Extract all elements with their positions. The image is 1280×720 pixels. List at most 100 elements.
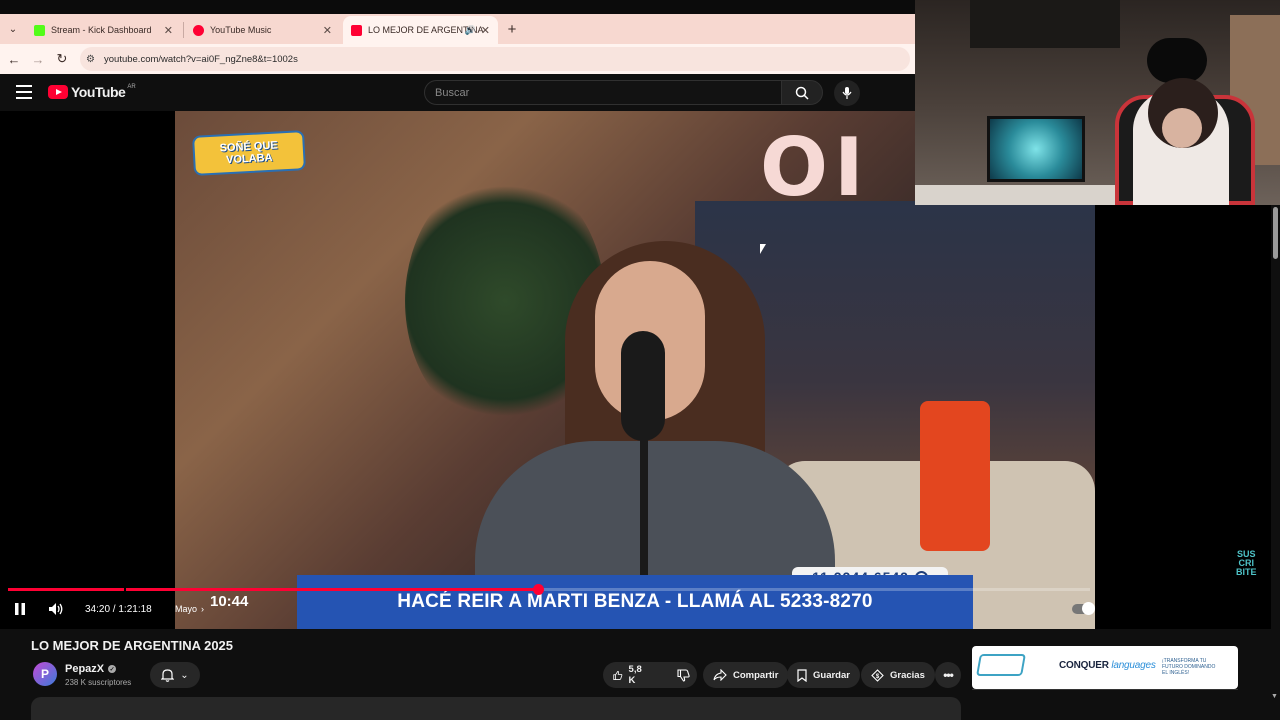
thumbs-up-icon [613, 670, 623, 680]
youtube-masthead: YouTube AR Buscar [0, 74, 915, 111]
autoplay-toggle[interactable] [1072, 599, 1095, 619]
webcam-overlay [915, 0, 1280, 205]
chapter-button[interactable]: Mayo › [175, 599, 204, 619]
orange-tumbler [920, 401, 990, 551]
channel-name-link[interactable]: PepazX ✓ [65, 663, 117, 675]
close-tab-icon[interactable]: ✕ [164, 24, 173, 37]
subscribe-watermark-line: BITE [1236, 567, 1257, 577]
back-arrow-icon[interactable]: ← [6, 51, 22, 67]
toggle-track [1072, 602, 1095, 615]
channel-avatar[interactable]: P [33, 662, 57, 686]
toggle-knob [1082, 602, 1095, 615]
like-button[interactable]: 5,8 K [603, 662, 655, 688]
save-button[interactable]: Guardar [787, 662, 860, 688]
page-scrollbar[interactable] [1271, 205, 1280, 705]
youtube-music-favicon-icon [193, 24, 204, 36]
podcast-microphone [621, 331, 665, 441]
like-count: 5,8 K [628, 664, 642, 686]
super-thanks-icon: $ [871, 668, 884, 682]
browser-tabstrip: ⌄ Stream - Kick Dashboard ✕ YouTube Musi… [0, 0, 915, 44]
forward-arrow-icon[interactable]: → [30, 51, 46, 67]
microphone-icon [842, 87, 852, 99]
ad-brand: CONQUER languages [1059, 660, 1156, 671]
wall-shelf [970, 0, 1120, 48]
verified-check-icon: ✓ [108, 665, 117, 673]
volume-icon [49, 603, 63, 615]
time-display: 34:20 / 1:21:18 [85, 603, 152, 615]
speaker-icon[interactable]: 🔊 [465, 25, 476, 36]
search-icon [795, 86, 809, 100]
mouse-cursor [760, 244, 766, 254]
chapter-marker [124, 588, 126, 591]
search-input[interactable]: Buscar [424, 80, 782, 105]
bell-icon [161, 669, 175, 682]
share-icon [713, 669, 727, 681]
browser-toolbar: ← → ↻ ⚙ youtube.com/watch?v=ai0F_ngZne8&… [0, 44, 915, 74]
more-actions-button[interactable]: ••• [935, 662, 961, 688]
video-title: LO MEJOR DE ARGENTINA 2025 [31, 638, 234, 653]
progress-bar[interactable] [8, 584, 1090, 595]
new-tab-button[interactable]: + [503, 20, 521, 38]
scroll-down-arrow-icon[interactable]: ▼ [1271, 693, 1280, 703]
volume-button[interactable] [48, 599, 64, 619]
youtube-logo[interactable]: YouTube AR [48, 84, 136, 100]
country-code: AR [127, 84, 136, 90]
tab-active-video[interactable]: LO MEJOR DE ARGENTINA 🔊 ✕ [343, 16, 498, 44]
thumbs-down-icon [677, 668, 690, 682]
neon-sign: OI [760, 121, 870, 214]
voice-search-button[interactable] [834, 80, 860, 106]
hamburger-menu-icon[interactable] [16, 85, 32, 99]
pause-icon [15, 603, 25, 615]
tab-youtube-music[interactable]: YouTube Music ✕ [185, 16, 340, 44]
description-box-edge[interactable] [31, 697, 961, 720]
broadcast-clock: 10:44 [210, 593, 249, 610]
show-logo-line: VOLABA [225, 151, 273, 167]
share-button[interactable]: Compartir [703, 662, 789, 688]
youtube-favicon-icon [351, 24, 362, 36]
ad-banner[interactable]: CONQUER languages ¡TRANSFORMA TU FUTURO … [972, 646, 1238, 689]
subscribe-watermark[interactable]: SUS CRI BITE [1236, 550, 1257, 577]
tab-label: YouTube Music [210, 25, 272, 35]
graduation-cap-logo-icon [976, 654, 1026, 676]
site-info-icon[interactable]: ⚙ [86, 54, 95, 65]
bookmark-icon [797, 668, 807, 682]
youtube-play-logo-icon [48, 85, 68, 99]
thanks-label: Gracias [890, 669, 925, 681]
address-bar[interactable]: ⚙ youtube.com/watch?v=ai0F_ngZne8&t=1002… [80, 47, 910, 71]
chapter-label: Mayo [175, 604, 198, 614]
progress-played [8, 588, 539, 591]
desk-monitor [987, 116, 1085, 182]
pause-button[interactable] [14, 599, 26, 619]
tab-search-chevron-icon[interactable]: ⌄ [4, 20, 22, 38]
close-tab-icon[interactable]: ✕ [323, 24, 332, 37]
search-button[interactable] [781, 80, 823, 105]
ad-brand-main: CONQUER [1059, 660, 1109, 671]
ad-brand-script: languages [1111, 660, 1156, 671]
show-logo: SOÑÉ QUE VOLABA [192, 130, 306, 176]
url-text: youtube.com/watch?v=ai0F_ngZne8&t=1002s [104, 53, 298, 65]
tab-label: Stream - Kick Dashboard [51, 25, 152, 35]
ad-info-row [972, 689, 1238, 720]
search-placeholder: Buscar [435, 86, 470, 99]
save-label: Guardar [813, 669, 850, 681]
dislike-button[interactable] [667, 662, 700, 688]
thanks-button[interactable]: $ Gracias [861, 662, 935, 688]
streamer-face [1162, 108, 1202, 148]
ad-tagline: ¡TRANSFORMA TU FUTURO DOMINANDO EL INGLÉ… [1162, 658, 1216, 676]
tab-divider [183, 22, 184, 38]
lower-third-text: HACÉ REIR A MARTI BENZA - LLAMÁ AL 5233-… [397, 591, 873, 612]
notifications-subscribed-button[interactable]: ⌄ [150, 662, 200, 688]
chevron-down-icon: ⌄ [180, 669, 189, 681]
desk [915, 185, 1145, 205]
scrollbar-thumb[interactable] [1273, 207, 1278, 259]
logo-wordmark: YouTube [71, 84, 126, 100]
cat-on-chair [1147, 38, 1207, 83]
kick-favicon-icon [34, 24, 45, 36]
tab-kick-dashboard[interactable]: Stream - Kick Dashboard ✕ [26, 16, 181, 44]
share-label: Compartir [733, 669, 779, 681]
lower-third-banner: HACÉ REIR A MARTI BENZA - LLAMÁ AL 5233-… [297, 575, 973, 629]
channel-name: PepazX [65, 663, 105, 675]
like-dislike-group: 5,8 K [603, 662, 697, 688]
close-tab-icon[interactable]: ✕ [481, 24, 490, 37]
reload-icon[interactable]: ↻ [54, 51, 70, 67]
